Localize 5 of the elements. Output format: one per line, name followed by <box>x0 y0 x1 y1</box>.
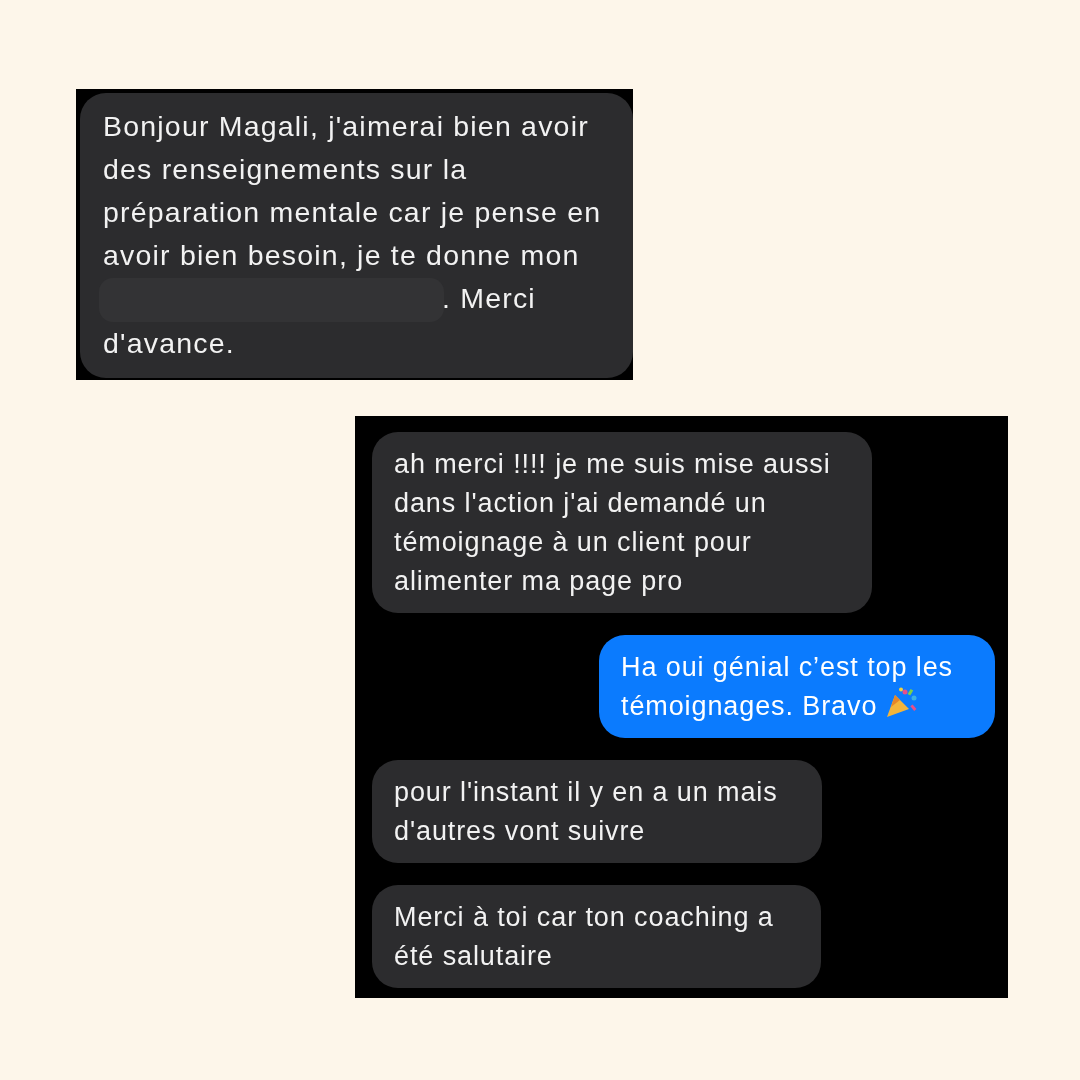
message-text: Bonjour Magali, j'aimerai bien avoir des renseignements sur la préparation mentale car je pense en avoir bien besoin, je te donne mon . Merci d'avance. <box>103 105 615 365</box>
message-text: Merci à toi car ton coaching a été salutaire <box>394 901 775 973</box>
message-text: Ha oui génial c’est top les témoignages. Bravo <box>621 651 954 723</box>
message-text: ah merci !!!! je me suis mise aussi dans l'action j'ai demandé un témoignage à un client pour alimenter ma page pro <box>394 448 832 598</box>
message-text: pour l'instant il y en a un mais d'autres vont suivre <box>394 776 779 848</box>
